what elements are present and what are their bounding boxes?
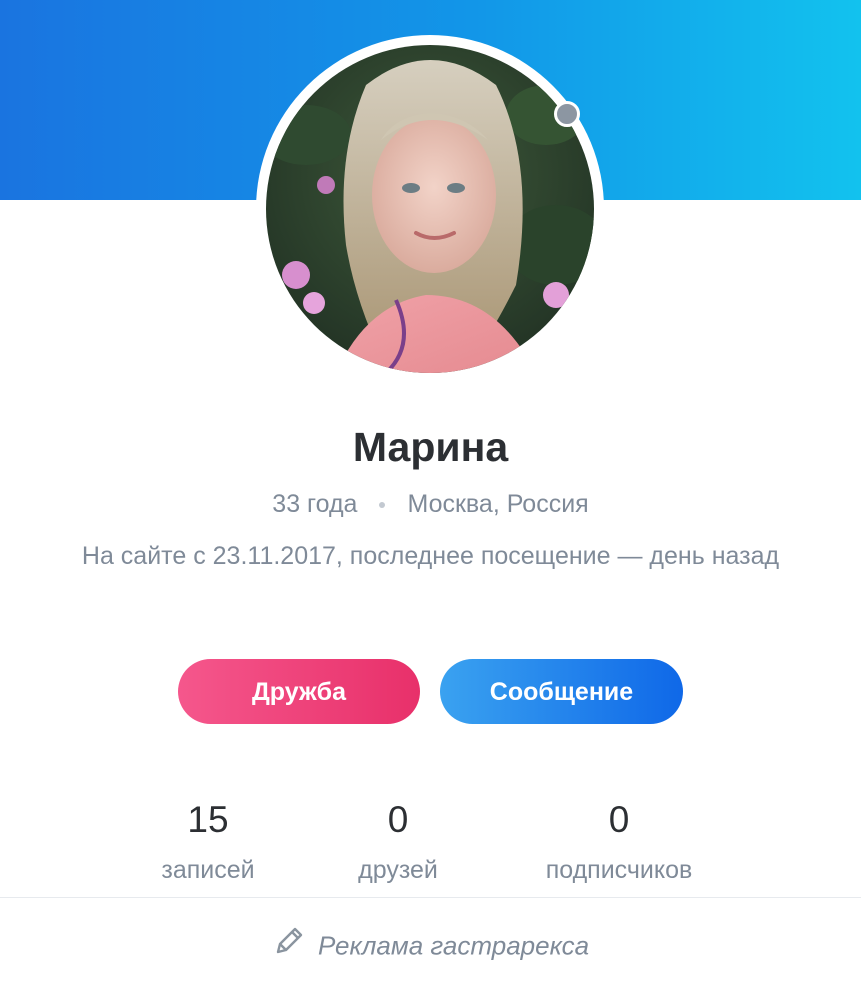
friendship-button[interactable]: Дружба bbox=[178, 659, 420, 724]
ad-label: Реклама гастрарекса bbox=[317, 930, 590, 961]
profile-meta: 33 года Москва, Россия bbox=[0, 490, 861, 519]
stat-friends-count: 0 bbox=[387, 799, 409, 840]
separator-dot bbox=[379, 502, 386, 509]
stat-subscribers-label: подписчиков bbox=[545, 856, 693, 884]
message-button[interactable]: Сообщение bbox=[440, 659, 683, 724]
stat-posts-count: 15 bbox=[187, 799, 229, 840]
profile-last-visit: На сайте с 23.11.2017, последнее посещен… bbox=[81, 542, 780, 570]
stat-posts[interactable]: 15 записей bbox=[130, 798, 286, 885]
stat-subscribers-count: 0 bbox=[608, 799, 630, 840]
profile-age: 33 года bbox=[272, 490, 358, 518]
avatar[interactable] bbox=[266, 45, 594, 373]
stat-posts-label: записей bbox=[161, 856, 255, 884]
profile-location[interactable]: Москва, Россия bbox=[407, 490, 588, 518]
stat-subscribers[interactable]: 0 подписчиков bbox=[510, 798, 728, 885]
ad-link[interactable]: Реклама гастрарекса bbox=[0, 927, 861, 965]
profile-name: Марина bbox=[352, 424, 509, 470]
online-status-indicator bbox=[554, 101, 580, 127]
pencil-icon bbox=[272, 924, 306, 965]
divider bbox=[0, 897, 861, 898]
stat-friends[interactable]: 0 друзей bbox=[330, 798, 466, 885]
stat-friends-label: друзей bbox=[358, 856, 438, 884]
avatar-photo bbox=[266, 45, 594, 373]
avatar-frame bbox=[256, 35, 604, 383]
